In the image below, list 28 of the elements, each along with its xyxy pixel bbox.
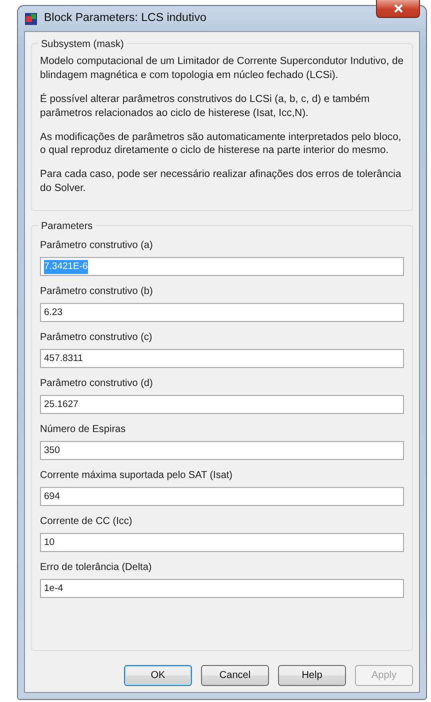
dialog-button[interactable]: Help [278, 665, 346, 686]
field-label: Corrente máxima suportada pelo SAT (Isat) [40, 469, 234, 484]
dialog-button[interactable]: OK [124, 665, 192, 686]
input-field[interactable]: 1e-4 [40, 579, 404, 598]
input-field[interactable]: 6.23 [40, 303, 404, 322]
input-field[interactable]: 25.1627 [40, 395, 404, 414]
window-title: Block Parameters: LCS indutivo [44, 10, 206, 26]
field-label: Erro de tolerância (Delta) [40, 561, 153, 576]
close-button[interactable] [376, 0, 420, 18]
field-label: Parâmetro construtivo (a) [40, 239, 154, 254]
dialog-button[interactable]: Cancel [201, 665, 269, 686]
field-label: Parâmetro construtivo (b) [40, 285, 154, 300]
field-label: Número de Espiras [40, 423, 127, 438]
input-field[interactable]: 694 [40, 487, 404, 506]
input-field[interactable]: 457.8311 [40, 349, 404, 368]
input-field[interactable]: 10 [40, 533, 404, 552]
description-text: É possível alterar parâmetros construtivos do LCSi (a, b, c, d) e também parâmetros relacionados ao ciclo de histerese (Isat, Icc,N). [40, 92, 371, 121]
description-text: As modificações de parâmetros são automaticamente interpretados pelo bloco, o qual reproduz diretamente o ciclo de histerese na parte interior do mesmo. [40, 130, 402, 158]
field-label: Parâmetro construtivo (c) [40, 331, 154, 346]
input-field[interactable]: 350 [40, 441, 404, 460]
field-label: Corrente de CC (Icc) [40, 515, 134, 530]
description-text: Modelo computacional de um Limitador de Corrente Supercondutor Indutivo, de blindagem magnética e com topologia em núcleo fechado (LCSi). [40, 55, 404, 83]
field-label: Parâmetro construtivo (d) [40, 377, 154, 392]
close-icon [394, 4, 402, 13]
app-icon [24, 12, 38, 26]
dialog-button: Apply [355, 665, 413, 686]
group-legend: Subsystem (mask) [38, 37, 127, 52]
description-text: Para cada caso, pode ser necessário realizar afinações dos erros de tolerância do Solver. [40, 168, 402, 196]
